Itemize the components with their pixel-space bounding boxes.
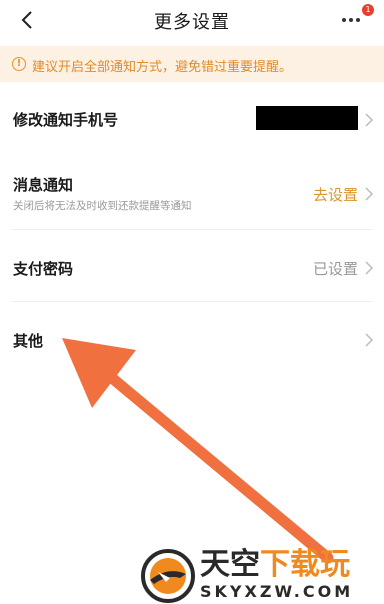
row-value: 已设置 — [312, 260, 358, 278]
settings-row-other[interactable]: 其他 — [0, 302, 384, 376]
more-options-button[interactable]: 1 — [334, 4, 378, 36]
banner-text: 建议开启全部通知方式，避免错过重要提醒。 — [32, 60, 293, 75]
watermark-logo: 天空下载玩 SKYXZW.COM — [140, 548, 384, 604]
chevron-right-icon — [365, 333, 374, 347]
sky-logo-icon — [141, 549, 195, 603]
watermark-url: SKYXZW.COM — [200, 582, 354, 601]
row-value: 去设置 — [312, 186, 358, 204]
more-dots-icon — [342, 18, 360, 22]
row-title: 修改通知手机号 — [13, 111, 119, 129]
settings-row-message-notify[interactable]: 消息通知 关闭后将无法及时收到还款提醒等通知 去设置 — [0, 156, 384, 230]
watermark-title-orange: 下载玩 — [260, 547, 350, 582]
notification-tip-banner: ! 建议开启全部通知方式，避免错过重要提醒。 — [0, 46, 384, 82]
app-root: 更多设置 1 ! 建议开启全部通知方式，避免错过重要提醒。 修改通知手机号 消息… — [0, 0, 384, 604]
watermark-title-dark: 天空 — [200, 547, 260, 582]
watermark-title: 天空下载玩 — [200, 548, 350, 582]
redacted-phone-number — [256, 106, 358, 130]
top-nav-bar: 更多设置 1 — [0, 0, 384, 40]
settings-row-pay-password[interactable]: 支付密码 已设置 — [0, 230, 384, 302]
row-title: 其他 — [13, 332, 44, 350]
page-title: 更多设置 — [154, 12, 230, 33]
row-title: 支付密码 — [13, 260, 74, 278]
warning-icon: ! — [12, 57, 26, 71]
chevron-right-icon — [365, 187, 374, 201]
row-title: 消息通知 — [13, 176, 74, 194]
chevron-right-icon — [365, 113, 374, 127]
chevron-right-icon — [365, 261, 374, 275]
notification-badge: 1 — [362, 4, 374, 16]
row-subtitle: 关闭后将无法及时收到还款提醒等通知 — [13, 200, 192, 212]
